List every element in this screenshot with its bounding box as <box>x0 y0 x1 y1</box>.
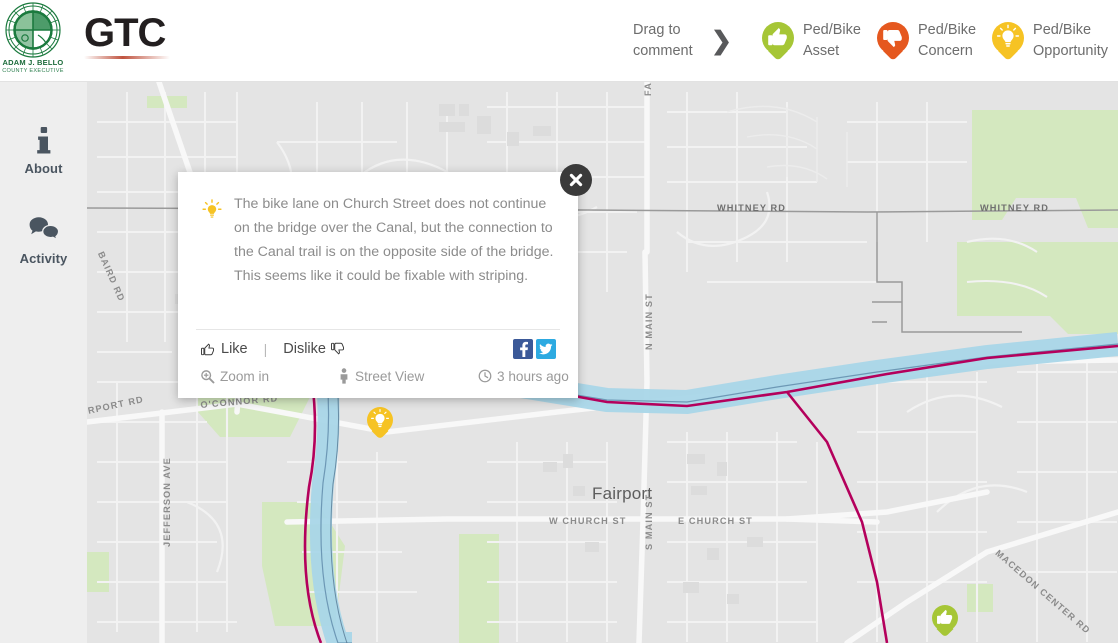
street-view-button[interactable]: Street View <box>338 368 424 384</box>
lightbulb-icon <box>200 192 230 288</box>
like-label: Like <box>221 341 248 357</box>
comment-meta-row: Zoom in Street View 3 hours ago <box>178 362 578 390</box>
app-root: ADAM J. BELLO COUNTY EXECUTIVE GTC Drag … <box>0 0 1118 643</box>
map-marker-asset[interactable] <box>932 605 958 638</box>
legend-item-ped-bike-concern[interactable]: Ped/Bike Concern <box>876 20 976 62</box>
map-label-jefferson-ave: JEFFERSON AVE <box>162 457 172 547</box>
lightbulb-pin-icon <box>367 407 393 440</box>
comment-popup-body: The bike lane on Church Street does not … <box>178 172 578 288</box>
app-header: ADAM J. BELLO COUNTY EXECUTIVE GTC Drag … <box>0 0 1118 82</box>
seal-caption-title: COUNTY EXECUTIVE <box>2 68 64 74</box>
street-view-label: Street View <box>355 368 425 384</box>
timestamp-label: 3 hours ago <box>497 368 569 384</box>
drag-to-comment-prompt: Drag to comment <box>633 20 703 62</box>
map-label-whitney-rd-west: WHITNEY RD <box>717 203 787 213</box>
map-label-e-church-st: E CHURCH ST <box>678 516 753 526</box>
thumbs-up-pin-icon <box>932 605 958 638</box>
magnifier-plus-icon <box>201 369 215 383</box>
legend-asset-line-2: Asset <box>802 43 840 59</box>
legend-label-concern: Ped/Bike Concern <box>918 20 976 62</box>
thumbs-down-pin-icon <box>876 22 909 61</box>
comment-popup: The bike lane on Church Street does not … <box>178 172 578 398</box>
share-buttons <box>513 339 556 359</box>
map-label-whitney-rd-east: WHITNEY RD <box>980 203 1050 213</box>
brand-logo[interactable]: GTC <box>84 13 170 59</box>
map-label-fair: FAIR <box>643 82 653 96</box>
close-popup-button[interactable] <box>560 164 592 196</box>
twitter-share-button[interactable] <box>536 339 556 359</box>
monroe-county-seal-icon <box>5 2 61 58</box>
twitter-icon <box>539 343 553 355</box>
sidebar-item-activity[interactable]: Activity <box>0 176 87 266</box>
speech-bubbles-icon <box>0 214 87 248</box>
info-icon <box>0 124 87 158</box>
comment-action-row: Like | Dislike <box>178 334 578 364</box>
pegman-icon <box>340 368 348 384</box>
drag-prompt-line-2: comment <box>632 43 693 59</box>
comment-timestamp: 3 hours ago <box>478 369 569 384</box>
legend-label-opportunity: Ped/Bike Opportunity <box>1033 20 1108 62</box>
comment-text: The bike lane on Church Street does not … <box>234 196 554 284</box>
sidebar-item-about[interactable]: About <box>0 82 87 176</box>
brand-underline <box>84 56 170 59</box>
legend-item-ped-bike-asset[interactable]: Ped/Bike Asset <box>761 20 861 62</box>
sidebar-label-activity: Activity <box>19 251 68 266</box>
lightbulb-pin-icon <box>992 22 1025 61</box>
popup-divider <box>196 329 560 330</box>
zoom-in-button[interactable]: Zoom in <box>200 369 269 384</box>
clock-icon <box>478 369 492 383</box>
dislike-label: Dislike <box>283 341 326 357</box>
legend-concern-line-2: Concern <box>917 43 973 59</box>
map-label-s-main-st: S MAIN ST <box>644 493 654 550</box>
drag-prompt-line-1: Drag to <box>632 22 681 38</box>
county-seal-block[interactable]: ADAM J. BELLO COUNTY EXECUTIVE <box>2 2 64 78</box>
legend-opportunity-line-1: Ped/Bike <box>1033 22 1092 38</box>
thumbs-up-icon <box>201 343 215 356</box>
comment-type-legend: Drag to comment ❯ Ped/Bike Asset Ped/Bik… <box>633 12 1108 70</box>
close-icon <box>569 173 583 187</box>
left-sidebar: About Activity <box>0 82 87 643</box>
sidebar-label-about: About <box>24 161 63 176</box>
map-label-w-church-st: W CHURCH ST <box>549 516 627 526</box>
facebook-icon <box>519 341 528 357</box>
action-separator: | <box>263 341 268 357</box>
thumbs-up-pin-icon <box>761 22 794 61</box>
legend-item-ped-bike-opportunity[interactable]: Ped/Bike Opportunity <box>992 20 1108 62</box>
map-marker-opportunity[interactable] <box>367 407 393 440</box>
facebook-share-button[interactable] <box>513 339 533 359</box>
like-button[interactable]: Like <box>200 341 248 357</box>
legend-asset-line-1: Ped/Bike <box>802 22 861 38</box>
legend-label-asset: Ped/Bike Asset <box>803 20 861 62</box>
dislike-button[interactable]: Dislike <box>283 341 346 357</box>
brand-title: GTC <box>84 11 166 55</box>
thumbs-down-icon <box>330 342 344 355</box>
seal-caption-name: ADAM J. BELLO <box>2 58 64 67</box>
legend-concern-line-1: Ped/Bike <box>917 22 977 38</box>
chevron-right-icon: ❯ <box>710 26 732 55</box>
zoom-in-label: Zoom in <box>220 368 270 384</box>
legend-opportunity-line-2: Opportunity <box>1033 43 1108 59</box>
map-label-n-main-st: N MAIN ST <box>644 293 654 350</box>
